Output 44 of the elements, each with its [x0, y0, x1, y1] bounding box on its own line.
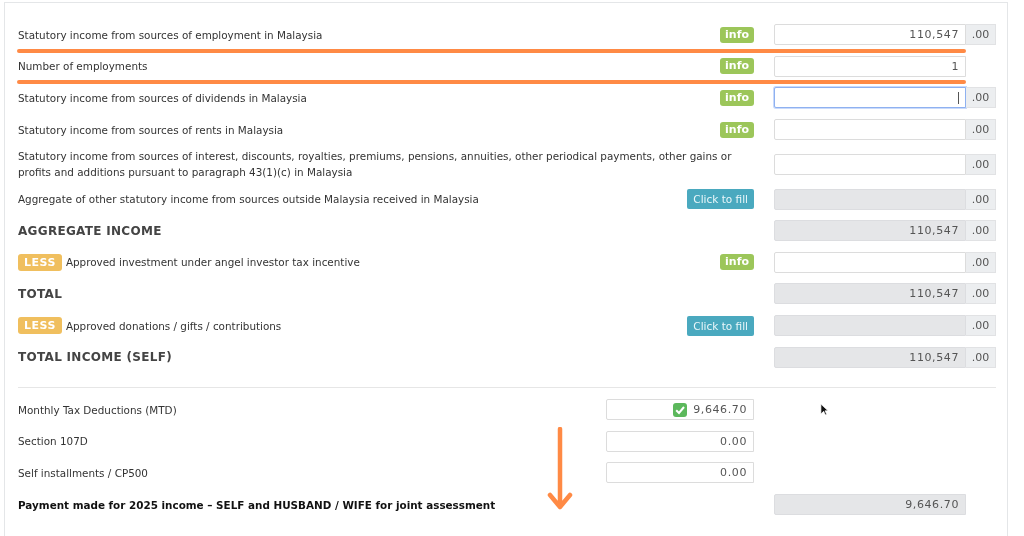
less-tag: LESS	[18, 317, 62, 335]
field-label: Statutory income from sources of interest, discounts, royalties, premiums, pensions, annuities, other periodical payments, other gains or profits and additions pursuant to paragraph 43(1)(c) in Malaysia	[18, 149, 733, 181]
cents-suffix: .00	[966, 315, 996, 337]
cents-suffix: .00	[966, 220, 996, 242]
amount-field[interactable]	[774, 315, 966, 337]
amount-field[interactable]: 0.00	[606, 430, 754, 452]
field-label: Section 107D	[18, 434, 89, 450]
cents-suffix: .00	[966, 119, 996, 141]
amount-field[interactable]: 9,646.70	[774, 494, 966, 515]
cents-suffix: .00	[966, 153, 996, 175]
cents-suffix: .00	[966, 24, 996, 46]
cents-suffix: .00	[966, 346, 996, 368]
amount-field[interactable]	[774, 153, 966, 175]
text-cursor	[958, 92, 959, 104]
amount-field[interactable]: 110,547	[774, 346, 966, 368]
field-label: Aggregate of other statutory income from sources outside Malaysia received in Malaysia	[18, 192, 479, 208]
field-label: Approved investment under angel investor tax incentive	[65, 255, 360, 271]
field-label: Monthly Tax Deductions (MTD)	[18, 402, 178, 418]
section-heading: TOTAL	[18, 286, 63, 301]
pointer-icon	[820, 402, 829, 416]
amount-field[interactable]: 0.00	[606, 462, 754, 484]
cents-suffix: .00	[966, 188, 996, 210]
field-label: Payment made for 2025 income – SELF and HUSBAND / WIFE for joint assessment	[18, 497, 497, 513]
field-label: Number of employments	[18, 59, 148, 75]
field-label: Approved donations / gifts / contributions	[65, 318, 282, 334]
cents-suffix: .00	[966, 87, 996, 109]
section-heading: TOTAL INCOME (SELF)	[18, 350, 172, 365]
amount-field[interactable]	[774, 188, 966, 210]
amount-field[interactable]: 1	[774, 55, 966, 77]
field-label: Self installments / CP500	[18, 465, 149, 481]
field-label: Statutory income from sources of employment in Malaysia	[18, 27, 323, 43]
amount-field[interactable]: 110,547	[774, 283, 966, 305]
amount-field[interactable]: 110,547	[774, 220, 966, 242]
amount-field[interactable]	[774, 119, 966, 141]
amount-field[interactable]: 9,646.70	[606, 399, 754, 421]
field-label: Statutory income from sources of rents in Malaysia	[18, 122, 284, 138]
amount-field[interactable]	[774, 87, 966, 109]
section-heading: AGGREGATE INCOME	[18, 223, 162, 238]
amount-field[interactable]: 110,547	[774, 24, 966, 46]
cents-suffix: .00	[966, 251, 996, 273]
field-label: Statutory income from sources of dividends in Malaysia	[18, 91, 307, 106]
cents-suffix: .00	[966, 283, 996, 305]
less-tag: LESS	[18, 253, 62, 271]
amount-field[interactable]	[774, 251, 966, 273]
